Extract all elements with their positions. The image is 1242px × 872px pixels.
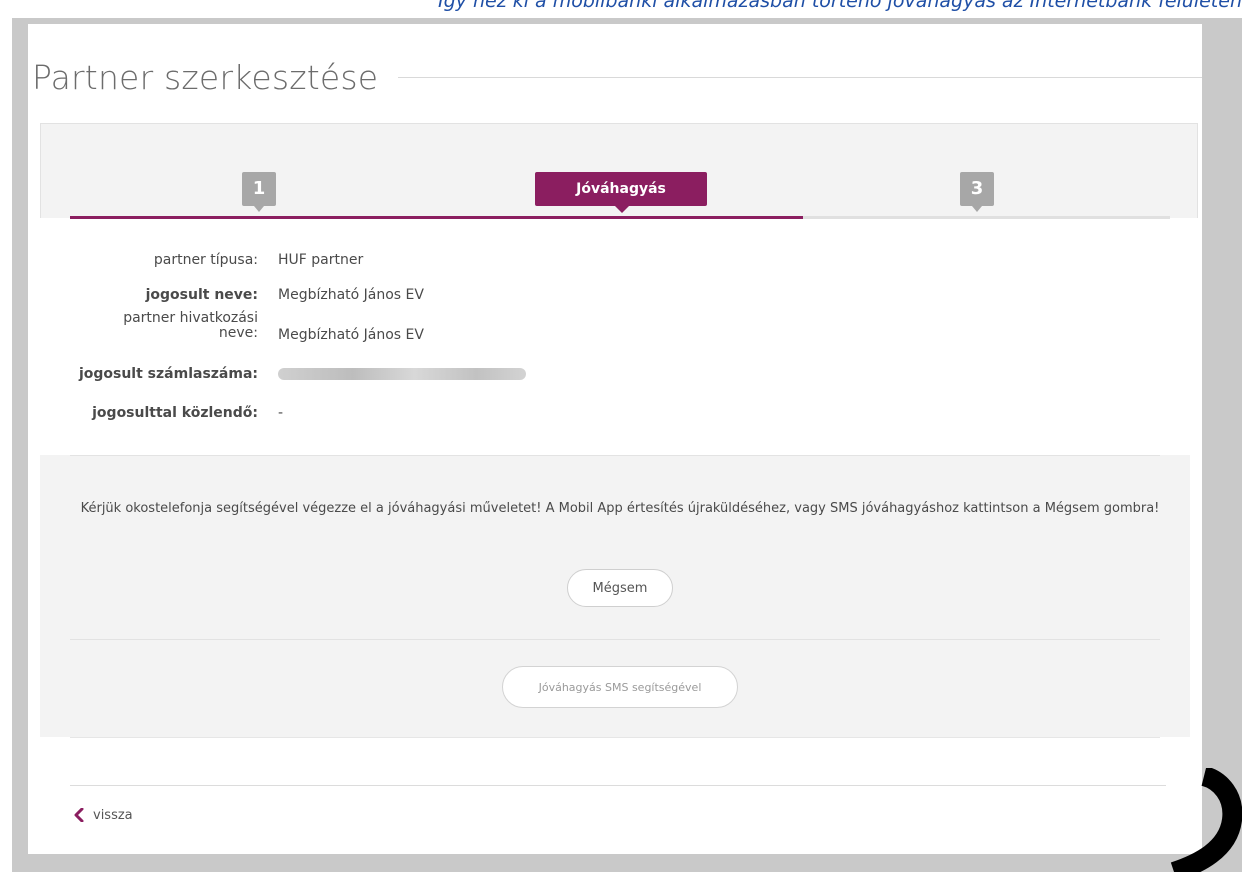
title-divider [398,77,1202,78]
page-title: Partner szerkesztése [32,58,379,97]
back-link[interactable]: vissza [74,806,133,824]
wizard-step-1: 1 [242,172,276,212]
corner-curve-decoration [1170,768,1242,872]
cancel-button[interactable]: Mégsem [567,569,673,607]
sms-approval-button[interactable]: Jóváhagyás SMS segítségével [502,666,738,708]
wizard-progress-fill [70,216,803,219]
message-label: jogosulttal közlendő: [92,405,258,421]
partner-reference-name-label: partner hivatkozási neve: [123,310,258,341]
content-divider [70,737,1160,738]
approval-panel-top-divider [70,455,1160,456]
back-link-label: vissza [93,807,133,823]
partner-type-value: HUF partner [278,252,364,268]
beneficiary-name-label: jogosult neve: [145,287,258,303]
approval-instruction: Kérjük okostelefonja segítségével végezz… [80,501,1160,516]
approval-divider [70,639,1160,640]
message-value: - [278,405,284,421]
account-number-redacted [278,368,526,380]
top-caption: Így néz ki a mobilbanki alkalmazásban tö… [438,0,1242,12]
account-number-label: jogosult számlaszáma: [78,366,258,382]
partner-type-label: partner típusa: [153,252,258,268]
footer-divider [70,785,1166,786]
account-number-value [278,366,526,384]
wizard-step-approval: Jóváhagyás [535,172,707,213]
partner-reference-name-value: Megbízható János EV [278,327,424,343]
beneficiary-name-value: Megbízható János EV [278,287,424,303]
wizard-step-3: 3 [960,172,994,212]
chevron-left-icon [74,808,84,822]
